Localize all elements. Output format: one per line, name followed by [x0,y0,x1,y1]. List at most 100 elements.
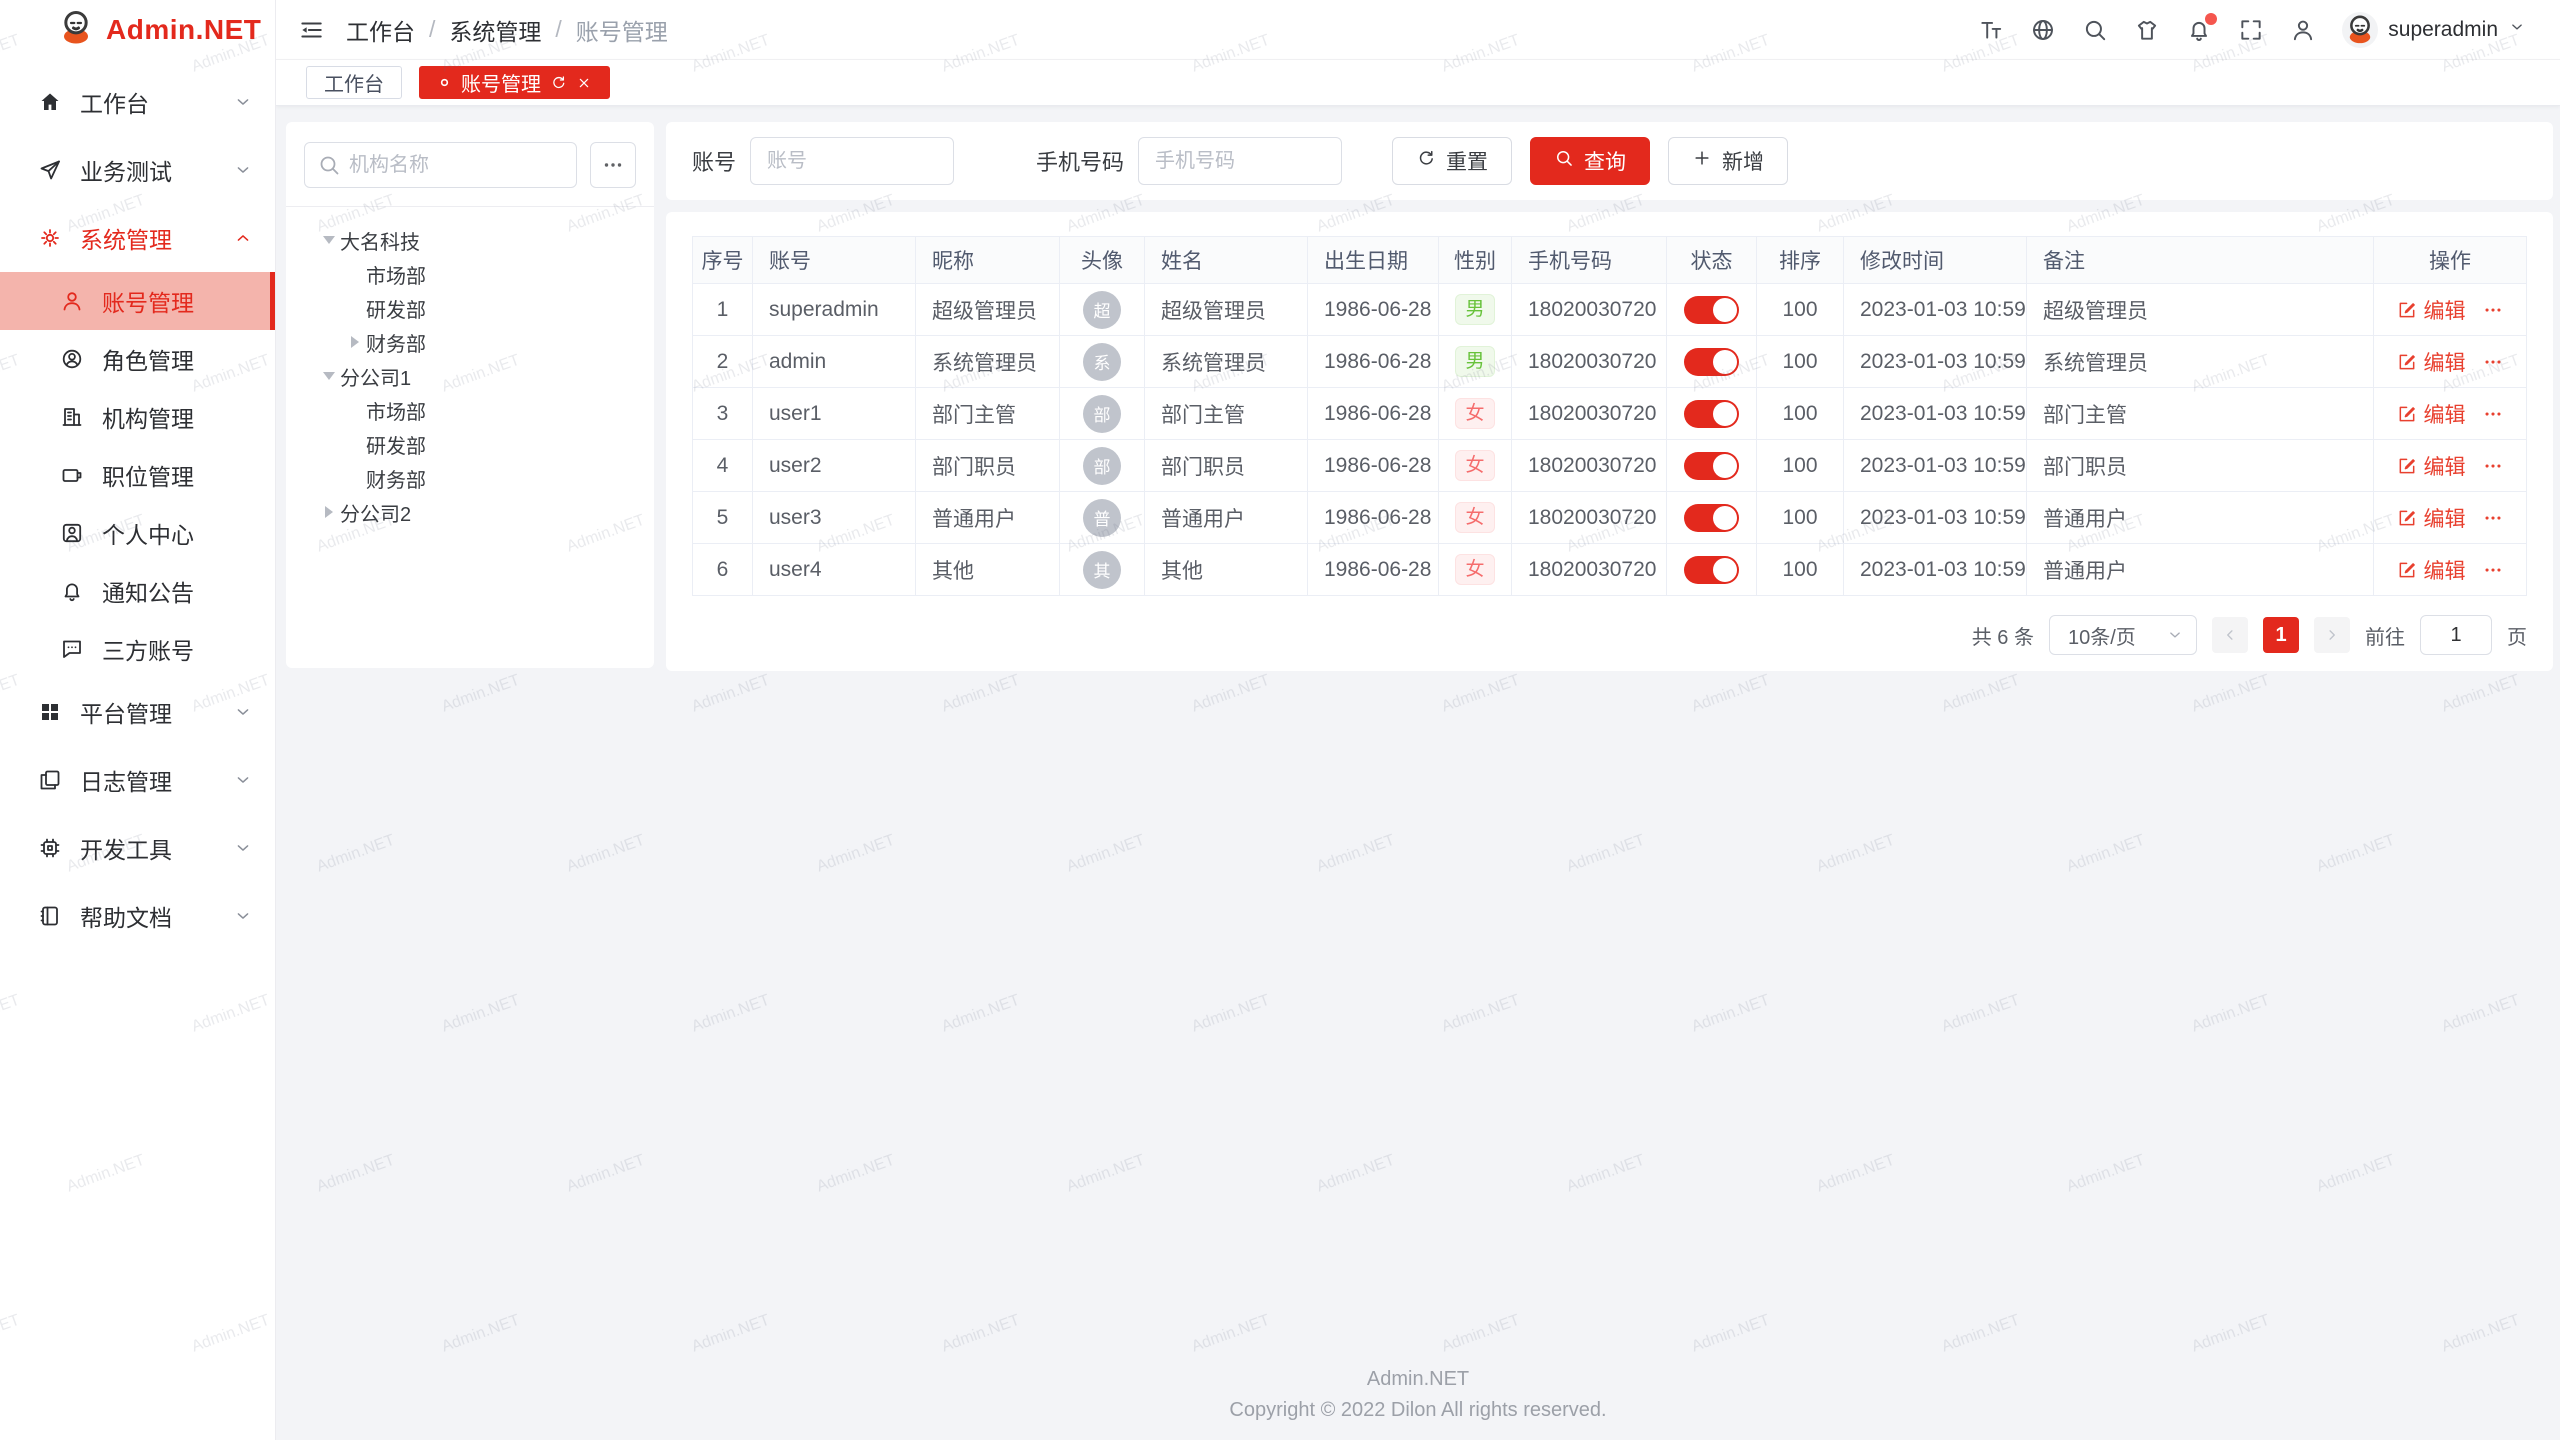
caret-right-icon[interactable] [351,336,359,348]
edit-button[interactable]: 编辑 [2397,503,2466,533]
more-actions-button[interactable] [2482,299,2504,321]
next-page-button[interactable] [2314,617,2350,653]
tree-node-市场部[interactable]: 市场部 [304,257,636,291]
filter-bar: 账号 手机号码 重置 查询 新增 [666,122,2553,200]
cell-status [1667,544,1757,596]
current-page-button[interactable]: 1 [2263,617,2299,653]
sidebar-subitem-角色管理[interactable]: 角色管理 [0,330,275,388]
app-logo[interactable]: Admin.NET [0,0,275,60]
cell-sort: 100 [1757,492,1844,544]
sidebar-item-帮助文档[interactable]: 帮助文档 [0,882,275,950]
avatar: 其 [1083,551,1121,589]
edit-button[interactable]: 编辑 [2397,555,2466,585]
search-icon [1554,148,1574,174]
sidebar-item-业务测试[interactable]: 业务测试 [0,136,275,204]
tree-node-分公司1[interactable]: 分公司1 [304,359,636,393]
status-toggle[interactable] [1684,400,1739,428]
fullscreen-icon[interactable] [2238,17,2264,43]
sidebar-subitem-个人中心[interactable]: 个人中心 [0,504,275,562]
status-toggle[interactable] [1684,452,1739,480]
query-button[interactable]: 查询 [1530,137,1650,185]
notification-icon[interactable] [2186,17,2212,43]
sidebar-subitem-账号管理[interactable]: 账号管理 [0,272,275,330]
caret-down-icon[interactable] [323,372,335,380]
reset-button[interactable]: 重置 [1392,137,1512,185]
sidebar-item-系统管理[interactable]: 系统管理 [0,204,275,272]
more-actions-button[interactable] [2482,403,2504,425]
page-size-select[interactable]: 10条/页 [2049,615,2197,655]
tree-node-财务部[interactable]: 财务部 [304,461,636,495]
tab-label: 工作台 [324,68,384,97]
column-header-修改时间: 修改时间 [1844,237,2027,284]
tree-node-研发部[interactable]: 研发部 [304,427,636,461]
ellipsis-icon [2482,507,2504,529]
tree-node-分公司2[interactable]: 分公司2 [304,495,636,529]
sidebar-item-平台管理[interactable]: 平台管理 [0,678,275,746]
language-icon[interactable] [2030,17,2056,43]
sidebar-subitem-label: 个人中心 [102,516,194,550]
cell-gender: 女 [1439,544,1512,596]
tab-账号管理[interactable]: 账号管理 [419,66,610,99]
prev-page-button[interactable] [2212,617,2248,653]
caret-down-icon[interactable] [323,236,335,244]
theme-icon[interactable] [2134,17,2160,43]
more-actions-button[interactable] [2482,351,2504,373]
status-toggle[interactable] [1684,296,1739,324]
chevron-down-icon [2166,626,2184,644]
edit-button[interactable]: 编辑 [2397,347,2466,377]
cell-remark: 普通用户 [2027,544,2374,596]
sidebar-item-日志管理[interactable]: 日志管理 [0,746,275,814]
status-toggle[interactable] [1684,348,1739,376]
org-search-input[interactable] [304,142,577,188]
tree-node-label: 分公司1 [340,362,411,391]
sidebar-item-开发工具[interactable]: 开发工具 [0,814,275,882]
user-icon[interactable] [2290,17,2316,43]
caret-right-icon[interactable] [325,506,333,518]
more-actions-button[interactable] [2482,455,2504,477]
cell-operations: 编辑 [2374,336,2527,388]
edit-button[interactable]: 编辑 [2397,451,2466,481]
gender-badge: 女 [1455,450,1494,481]
more-actions-button[interactable] [2482,507,2504,529]
doc-icon [38,904,62,928]
status-toggle[interactable] [1684,556,1739,584]
phone-filter-input[interactable] [1138,137,1342,185]
edit-icon [2397,300,2417,320]
right-column: 账号 手机号码 重置 查询 新增 [666,122,2553,671]
search-icon[interactable] [2082,17,2108,43]
account-filter-input[interactable] [750,137,954,185]
fullscreen-icon [2238,17,2264,43]
edit-button[interactable]: 编辑 [2397,399,2466,429]
org-tree-panel: 大名科技市场部研发部财务部分公司1市场部研发部财务部分公司2 [286,122,654,668]
tab-工作台[interactable]: 工作台 [306,66,402,99]
user-menu[interactable]: superadmin [2342,12,2526,48]
sidebar-subitem-通知公告[interactable]: 通知公告 [0,562,275,620]
tree-node-研发部[interactable]: 研发部 [304,291,636,325]
tree-node-大名科技[interactable]: 大名科技 [304,223,636,257]
goto-page-input[interactable] [2420,615,2492,655]
edit-button[interactable]: 编辑 [2397,295,2466,325]
sidebar-subitem-职位管理[interactable]: 职位管理 [0,446,275,504]
edit-button-label: 编辑 [2424,555,2466,585]
tabs-bar: 工作台 账号管理 [276,60,2560,106]
sidebar-item-工作台[interactable]: 工作台 [0,68,275,136]
tree-node-财务部[interactable]: 财务部 [304,325,636,359]
breadcrumb-item[interactable]: 工作台 [346,13,415,47]
gender-badge: 女 [1455,554,1494,585]
menu-fold-icon[interactable] [298,17,324,43]
avatar: 部 [1083,395,1121,433]
add-button[interactable]: 新增 [1668,137,1788,185]
status-toggle[interactable] [1684,504,1739,532]
cell-gender: 女 [1439,492,1512,544]
cell-avatar: 普 [1060,492,1145,544]
tree-node-市场部[interactable]: 市场部 [304,393,636,427]
tree-more-button[interactable] [590,142,636,188]
cell-sort: 100 [1757,284,1844,336]
breadcrumb-item[interactable]: 账号管理 [576,13,668,47]
more-actions-button[interactable] [2482,559,2504,581]
breadcrumb-item[interactable]: 系统管理 [449,13,541,47]
font-size-icon[interactable] [1978,17,2004,43]
ellipsis-icon [2482,403,2504,425]
sidebar-subitem-三方账号[interactable]: 三方账号 [0,620,275,678]
sidebar-subitem-机构管理[interactable]: 机构管理 [0,388,275,446]
